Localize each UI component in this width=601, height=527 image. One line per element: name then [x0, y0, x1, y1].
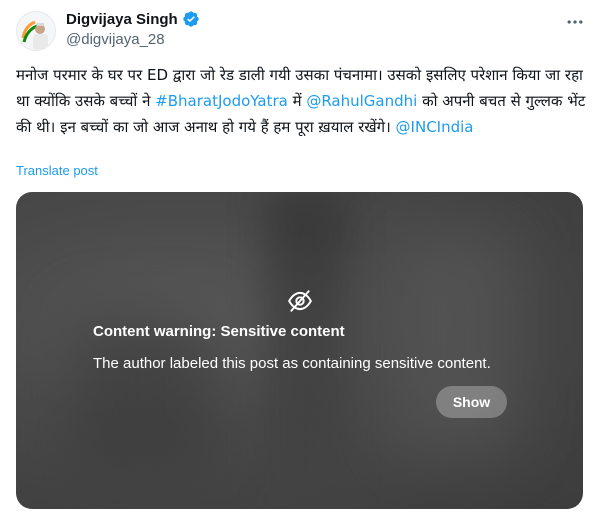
author-display-name[interactable]: Digvijaya Singh	[66, 11, 178, 28]
content-warning-title: Content warning: Sensitive content	[93, 323, 345, 340]
mention-link-rahulgandhi[interactable]: @RahulGandhi	[306, 92, 417, 110]
show-sensitive-content-button[interactable]: Show	[436, 386, 507, 418]
profile-avatar-image	[17, 12, 55, 50]
translate-post-link[interactable]: Translate post	[16, 163, 98, 178]
avatar[interactable]	[16, 11, 56, 51]
mention-link-incindia[interactable]: @INCIndia	[396, 118, 474, 136]
more-options-icon	[567, 20, 583, 24]
content-warning-description: The author labeled this post as containi…	[93, 355, 491, 372]
tweet-text-part2: में	[287, 92, 307, 110]
eye-off-icon	[288, 290, 312, 312]
blurred-media-shape	[266, 192, 346, 509]
verified-badge-icon	[183, 11, 199, 27]
blurred-media-shape	[396, 232, 516, 452]
hashtag-link[interactable]: #BharatJodoYatra	[155, 92, 288, 110]
author-handle[interactable]: @digvijaya_28	[66, 31, 165, 48]
more-options-button[interactable]	[563, 10, 587, 34]
sensitive-media-container: Content warning: Sensitive content The a…	[16, 192, 583, 509]
tweet-text: मनोज परमार के घर पर ED द्वारा जो रेड डाल…	[16, 62, 588, 140]
